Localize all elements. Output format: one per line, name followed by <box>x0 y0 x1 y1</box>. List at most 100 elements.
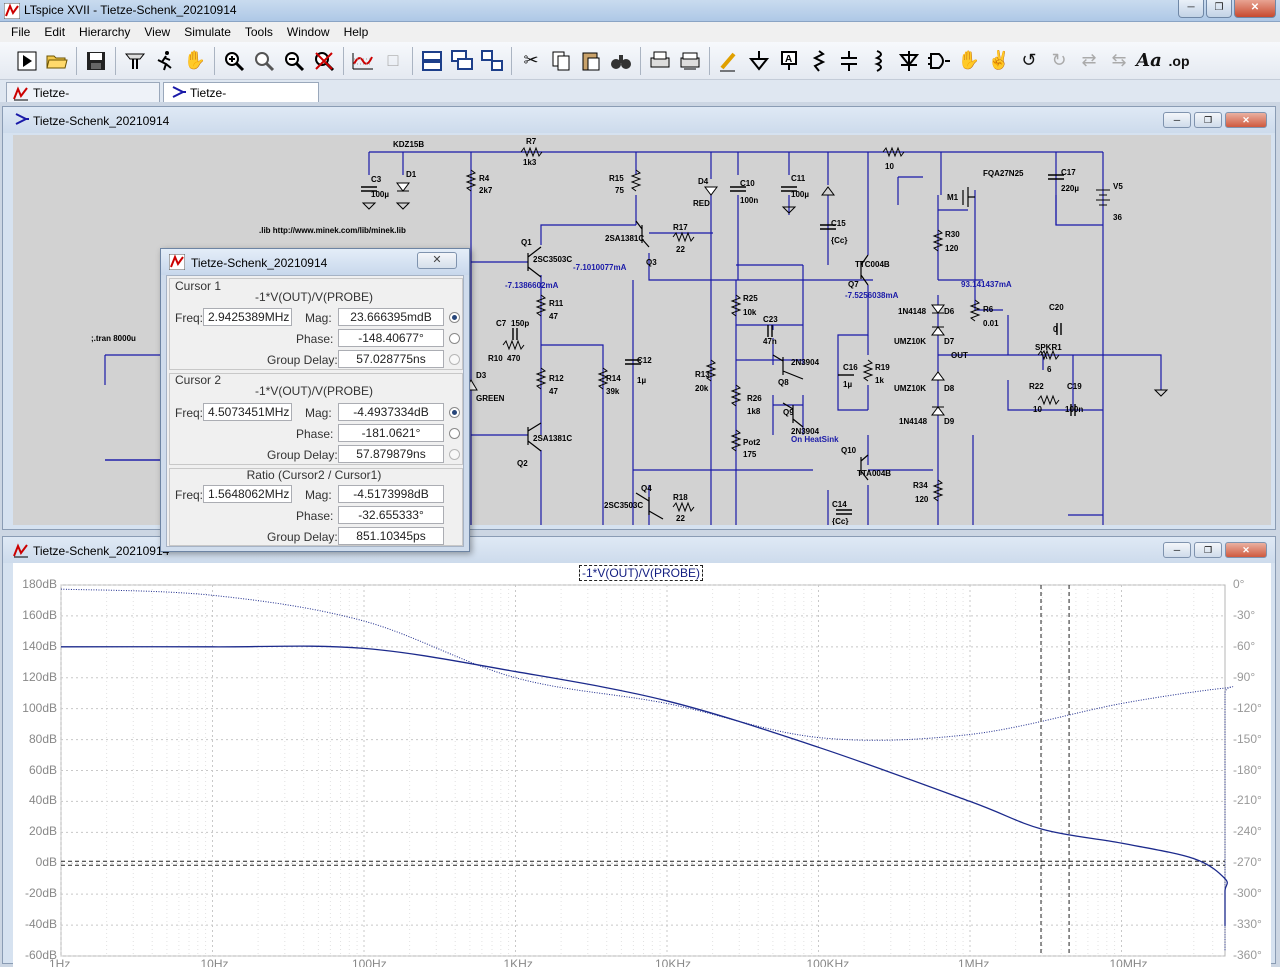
menu-simulate[interactable]: Simulate <box>177 25 238 39</box>
print-setup-icon[interactable] <box>675 46 705 76</box>
ground-icon[interactable] <box>744 46 774 76</box>
control-panel-icon[interactable] <box>120 46 150 76</box>
waveform-icon <box>13 543 28 558</box>
lbl-c15: C15 <box>831 219 846 228</box>
cursor-dialog-body: Cursor 1 -1*V(OUT)/V(PROBE) Freq: 2.9425… <box>166 275 464 547</box>
save-icon[interactable] <box>81 46 111 76</box>
cursor1-gd-field[interactable]: 57.028775ns <box>338 350 444 368</box>
maximize-button[interactable]: ❐ <box>1206 0 1232 18</box>
minimize-button[interactable]: ─ <box>1178 0 1204 18</box>
diode-icon[interactable] <box>894 46 924 76</box>
copy-icon[interactable] <box>546 46 576 76</box>
cascade-icon[interactable] <box>447 46 477 76</box>
waveform-restore-button[interactable]: ❐ <box>1194 542 1222 558</box>
component-icon[interactable] <box>924 46 954 76</box>
rotate-icon[interactable]: ⇄ <box>1074 46 1104 76</box>
ratio-mag-field[interactable]: -4.5173998dB <box>338 485 444 503</box>
lbl-r13v: 20k <box>695 384 709 393</box>
spice-directive-icon[interactable]: .op <box>1164 46 1194 76</box>
capacitor-icon[interactable] <box>834 46 864 76</box>
menu-window[interactable]: Window <box>280 25 337 39</box>
print-icon[interactable] <box>645 46 675 76</box>
label-net-icon[interactable]: A <box>774 46 804 76</box>
ratio-phase-field[interactable]: -32.655333° <box>338 506 444 524</box>
lbl-r7: R7 <box>526 137 537 146</box>
lbl-c19v: 100n <box>1065 405 1083 414</box>
menu-hierarchy[interactable]: Hierarchy <box>72 25 137 39</box>
lbl-r34: R34 <box>913 481 928 490</box>
menu-edit[interactable]: Edit <box>37 25 72 39</box>
redo-icon[interactable]: ↻ <box>1044 46 1074 76</box>
cursor1-mag-radio[interactable] <box>449 312 460 323</box>
schematic-restore-button[interactable]: ❐ <box>1194 112 1222 128</box>
y-tick-label-right: -30° <box>1233 607 1256 622</box>
cursor1-mag-field[interactable]: 23.666395mdB <box>338 308 444 326</box>
menu-view[interactable]: View <box>137 25 177 39</box>
lbl-r7v: 1k3 <box>523 158 537 167</box>
trace-label[interactable]: -1*V(OUT)/V(PROBE) <box>579 565 704 581</box>
open-folder-icon[interactable] <box>42 46 72 76</box>
cursor2-expression: -1*V(OUT)/V(PROBE) <box>254 384 373 398</box>
tab-waveform[interactable]: Tietze-Schenk_20210914 <box>6 82 160 114</box>
cursor2-freq-field[interactable]: 4.5073451MHz <box>203 403 292 421</box>
resistor-icon[interactable] <box>804 46 834 76</box>
cursor1-freq-field[interactable]: 2.9425389MHz <box>203 308 292 326</box>
lbl-c20: C20 <box>1049 303 1064 312</box>
cursor1-phase-field[interactable]: -148.40677° <box>338 329 444 347</box>
lbl-r6v: 0.01 <box>983 319 999 328</box>
ratio-freq-field[interactable]: 1.5648062MHz <box>203 485 292 503</box>
lbl-d7m: UMZ10K <box>894 337 926 346</box>
y-tick-label-left: 180dB <box>22 577 57 591</box>
run-icon[interactable] <box>12 46 42 76</box>
zoom-in-icon[interactable] <box>219 46 249 76</box>
lbl-r4: R4 <box>479 174 490 183</box>
cursor-dialog-title: Tietze-Schenk_20210914 <box>191 256 328 270</box>
autorange-icon[interactable]: □ <box>378 46 408 76</box>
drag-hand-icon[interactable]: ✌ <box>984 46 1014 76</box>
waveform-grid-icon[interactable] <box>348 46 378 76</box>
cursor2-mag-radio[interactable] <box>449 407 460 418</box>
waveform-plot[interactable]: 180dB 160dB 140dB 120dB 100dB 80dB 60dB 40dB 20d… <box>13 563 1271 967</box>
tile-vertical-icon[interactable] <box>477 46 507 76</box>
halt-run-icon[interactable] <box>150 46 180 76</box>
move-hand-icon[interactable]: ✋ <box>954 46 984 76</box>
paste-icon[interactable] <box>576 46 606 76</box>
inductor-icon[interactable] <box>864 46 894 76</box>
phase-trace <box>60 588 1234 951</box>
text-icon[interactable]: Aa <box>1134 46 1164 76</box>
schematic-close-button[interactable]: ✕ <box>1225 112 1267 128</box>
schematic-minimize-button[interactable]: ─ <box>1163 112 1191 128</box>
find-binoculars-icon[interactable] <box>606 46 636 76</box>
cursor2-gd-radio[interactable] <box>449 449 460 460</box>
lbl-q1i: -7.1386602mA <box>505 281 559 290</box>
cursor2-phase-field[interactable]: -181.0621° <box>338 424 444 442</box>
cursor2-phase-radio[interactable] <box>449 428 460 439</box>
lbl-r18: R18 <box>673 493 688 502</box>
x-tick-label: 1Hz <box>49 957 71 967</box>
cursor2-gd-field[interactable]: 57.879879ns <box>338 445 444 463</box>
waveform-close-button[interactable]: ✕ <box>1225 542 1267 558</box>
lbl-r11: R11 <box>549 299 564 308</box>
menu-tools[interactable]: Tools <box>238 25 280 39</box>
cut-icon[interactable]: ✂ <box>516 46 546 76</box>
cursor1-phase-radio[interactable] <box>449 333 460 344</box>
zoom-full-icon[interactable] <box>249 46 279 76</box>
draw-wire-icon[interactable] <box>714 46 744 76</box>
waveform-minimize-button[interactable]: ─ <box>1163 542 1191 558</box>
zoom-out-icon[interactable] <box>279 46 309 76</box>
cursor1-gd-radio[interactable] <box>449 354 460 365</box>
mirror-icon[interactable]: ⇆ <box>1104 46 1134 76</box>
ratio-gd-field[interactable]: 851.10345ps <box>338 527 444 545</box>
lbl-d8: D8 <box>944 384 955 393</box>
zoom-cancel-icon[interactable] <box>309 46 339 76</box>
menu-file[interactable]: File <box>4 25 37 39</box>
tab-schematic[interactable]: Tietze-Schenk_20210914 <box>163 82 319 114</box>
cursor-dialog-close-button[interactable]: ✕ <box>417 252 457 269</box>
lbl-c7: C7 <box>496 319 507 328</box>
tile-horizontal-icon[interactable] <box>417 46 447 76</box>
close-button[interactable]: ✕ <box>1234 0 1276 18</box>
menu-help[interactable]: Help <box>337 25 376 39</box>
cursor2-mag-field[interactable]: -4.4937334dB <box>338 403 444 421</box>
pan-hand-icon[interactable]: ✋ <box>180 46 210 76</box>
undo-icon[interactable]: ↺ <box>1014 46 1044 76</box>
